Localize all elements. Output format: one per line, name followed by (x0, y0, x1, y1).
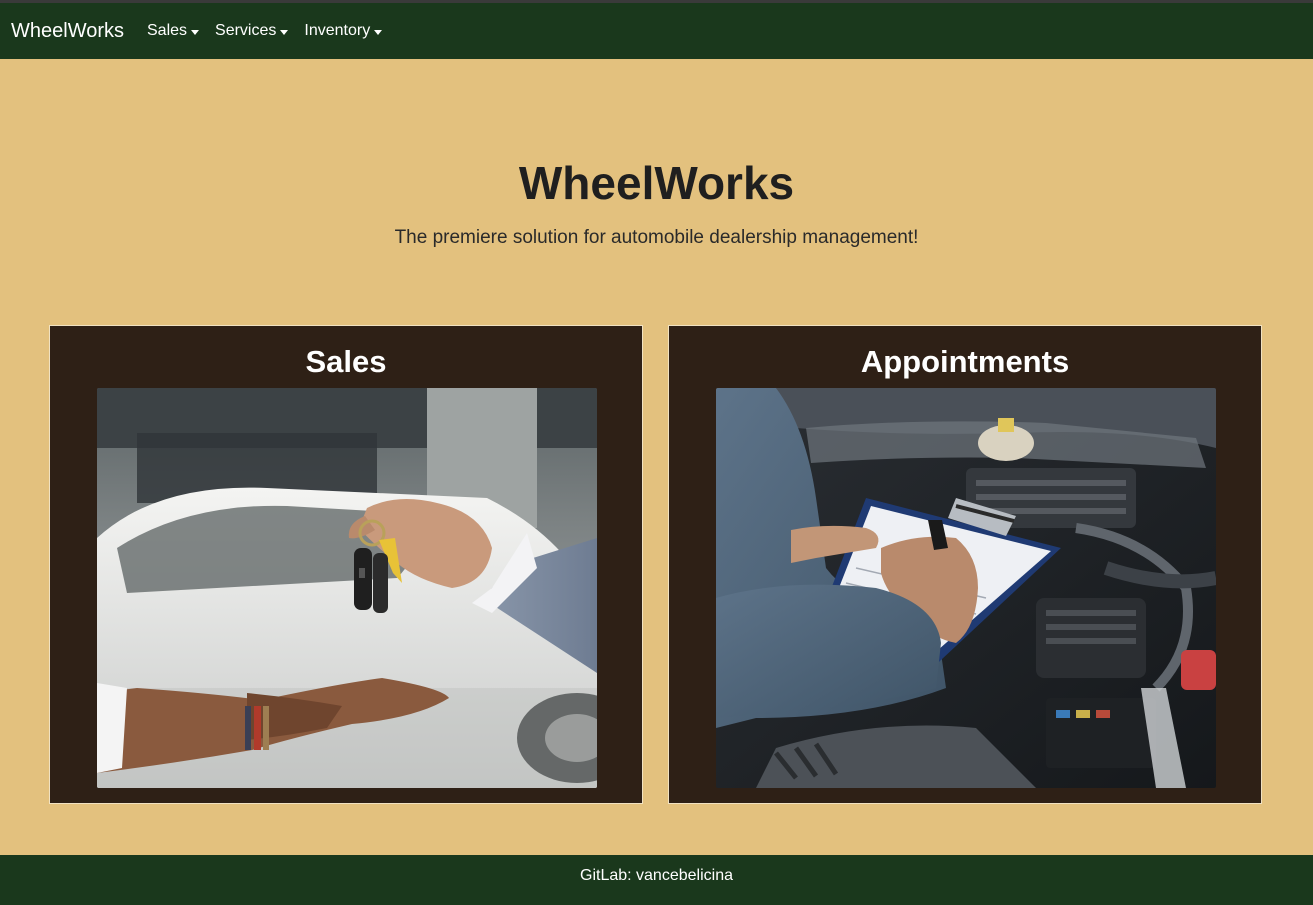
appointments-card[interactable]: Appointments (668, 325, 1262, 804)
nav-dropdown-label: Inventory (304, 22, 371, 39)
card-title: Appointments (860, 344, 1070, 379)
car-keys-handover-image (97, 388, 597, 788)
navbar: WheelWorks Sales Services Inventory (0, 3, 1313, 59)
hero-title: WheelWorks (518, 157, 795, 209)
sales-card[interactable]: Sales (49, 325, 643, 804)
footer-gitlab-text[interactable]: GitLab: vancebelicina (580, 867, 733, 884)
caret-down-icon (374, 29, 383, 35)
card-title: Sales (305, 344, 387, 379)
mechanic-clipboard-engine-image (716, 388, 1216, 788)
hero-subtitle: The premiere solution for automobile dea… (394, 227, 919, 248)
brand-link[interactable]: WheelWorks (11, 20, 124, 43)
nav-dropdown-sales[interactable]: Sales (147, 22, 200, 40)
caret-down-icon (191, 29, 200, 35)
nav-dropdown-label: Services (215, 22, 277, 39)
nav-dropdown-inventory[interactable]: Inventory (304, 22, 383, 40)
nav-dropdown-services[interactable]: Services (215, 22, 289, 40)
caret-down-icon (280, 29, 289, 35)
footer: GitLab: vancebelicina (0, 855, 1313, 905)
nav-dropdown-label: Sales (147, 22, 188, 39)
